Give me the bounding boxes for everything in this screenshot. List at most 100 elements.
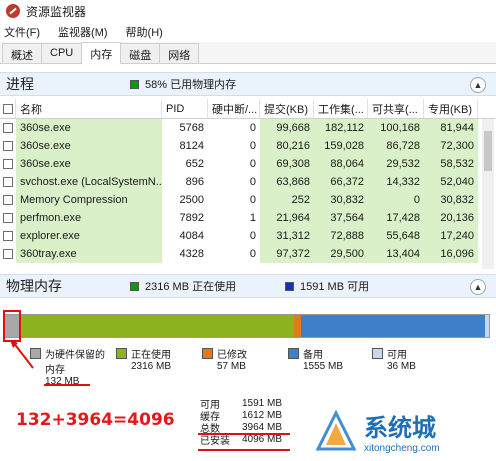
annotation-equation: 132+3964=4096 xyxy=(16,410,175,430)
table-cell: 652 xyxy=(185,158,204,170)
memory-segment-standby xyxy=(300,315,485,337)
table-cell: 100,168 xyxy=(368,119,424,137)
table-cell: explorer.exe xyxy=(16,227,162,245)
scrollbar-thumb[interactable] xyxy=(484,131,492,171)
table-cell: Memory Compression xyxy=(16,191,162,209)
column-header-working-set[interactable]: 工作集(... xyxy=(314,99,368,118)
row-checkbox[interactable] xyxy=(0,119,16,137)
watermark: 系统城 xitongcheng.com xyxy=(314,404,494,458)
table-cell: 0 xyxy=(249,158,256,170)
select-all-checkbox[interactable] xyxy=(0,99,16,118)
table-cell: 29,532 xyxy=(368,155,424,173)
table-cell: 21,964 xyxy=(260,209,314,227)
row-checkbox[interactable] xyxy=(0,173,16,191)
row-checkbox[interactable] xyxy=(0,209,16,227)
table-row[interactable]: Memory Compression 2500 0 252 30,832 0 30,832 xyxy=(0,191,496,209)
legend-value: 36 MB xyxy=(387,361,416,372)
table-row[interactable]: 360se.exe 652 0 69,308 88,064 29,532 58,532 xyxy=(0,155,496,173)
tab-overview[interactable]: 概述 xyxy=(2,43,42,63)
column-header-commit[interactable]: 提交(KB) xyxy=(260,99,314,118)
watermark-logo xyxy=(314,409,358,453)
memory-used-summary: 58% 已用物理内存 xyxy=(145,79,237,91)
watermark-name: 系统城 xyxy=(364,414,436,442)
table-cell: 360se.exe xyxy=(16,137,162,155)
row-checkbox[interactable] xyxy=(0,155,16,173)
available-swatch xyxy=(285,281,294,291)
legend-in-use: 正在使用 2316 MB xyxy=(116,346,171,372)
table-cell: 37,564 xyxy=(314,209,368,227)
table-cell: 55,648 xyxy=(368,227,424,245)
menu-bar: 文件(F) 监视器(M) 帮助(H) xyxy=(0,22,496,42)
menu-monitor[interactable]: 监视器(M) xyxy=(58,24,108,40)
table-cell: 0 xyxy=(249,140,256,152)
menu-file[interactable]: 文件(F) xyxy=(4,24,40,40)
row-checkbox[interactable] xyxy=(0,227,16,245)
table-cell: 0 xyxy=(368,191,424,209)
total-underline xyxy=(198,433,290,435)
table-cell: 97,372 xyxy=(260,245,314,263)
collapse-memory-button[interactable]: ▲ xyxy=(470,279,486,295)
table-cell: 81,944 xyxy=(424,119,478,137)
table-cell: 30,832 xyxy=(314,191,368,209)
row-checkbox[interactable] xyxy=(0,245,16,263)
table-cell: 1 xyxy=(249,212,256,224)
process-table: 名称 PID 硬中断/... 提交(KB) 工作集(... 可共享(... 专用… xyxy=(0,99,496,269)
row-checkbox[interactable] xyxy=(0,137,16,155)
column-header-private[interactable]: 专用(KB) xyxy=(424,99,478,118)
table-cell: 0 xyxy=(249,176,256,188)
memory-section-header[interactable]: 物理内存 2316 MB 正在使用 1591 MB 可用 ▲ xyxy=(0,274,496,298)
table-cell: 182,112 xyxy=(314,119,368,137)
row-checkbox[interactable] xyxy=(0,191,16,209)
table-cell: 0 xyxy=(249,230,256,242)
tab-cpu[interactable]: CPU xyxy=(41,43,83,63)
table-row[interactable]: perfmon.exe 7892 1 21,964 37,564 17,428 20,136 xyxy=(0,209,496,227)
table-row[interactable]: 360tray.exe 4328 0 97,372 29,500 13,404 16,096 xyxy=(0,245,496,263)
table-row[interactable]: svchost.exe (LocalSystemN... 896 0 63,868 66… xyxy=(0,173,496,191)
window-title: 资源监视器 xyxy=(26,4,87,19)
table-cell: 63,868 xyxy=(260,173,314,191)
modified-swatch xyxy=(202,348,213,359)
legend-standby: 备用 1555 MB xyxy=(288,346,343,372)
table-cell: 360se.exe xyxy=(16,155,162,173)
column-header-shareable[interactable]: 可共享(... xyxy=(368,99,424,118)
legend-value: 2316 MB xyxy=(131,361,172,372)
table-cell: 17,240 xyxy=(424,227,478,245)
table-cell: 360tray.exe xyxy=(16,245,162,263)
in-use-swatch xyxy=(130,281,139,291)
watermark-url: xitongcheng.com xyxy=(364,443,440,454)
resource-monitor-icon xyxy=(6,4,20,18)
column-header-name[interactable]: 名称 xyxy=(16,99,162,118)
tab-memory[interactable]: 内存 xyxy=(81,42,122,64)
table-cell: 5768 xyxy=(179,122,204,134)
table-row[interactable]: 360se.exe 8124 0 80,216 159,028 86,728 72,300 xyxy=(0,137,496,155)
tab-disk[interactable]: 磁盘 xyxy=(120,43,161,63)
table-cell: 31,312 xyxy=(260,227,314,245)
column-header-hard-faults[interactable]: 硬中断/... xyxy=(208,99,260,118)
table-cell: 99,668 xyxy=(260,119,314,137)
column-header-pid[interactable]: PID xyxy=(162,99,208,118)
table-cell: 0 xyxy=(249,122,256,134)
table-cell: 72,300 xyxy=(424,137,478,155)
legend-free: 可用 36 MB xyxy=(372,346,416,372)
process-section-title: 进程 xyxy=(6,76,34,92)
process-scrollbar[interactable] xyxy=(482,119,494,269)
tab-network[interactable]: 网络 xyxy=(159,43,200,63)
process-section-header[interactable]: 进程 58% 已用物理内存 ▲ xyxy=(0,72,496,96)
in-use-summary: 2316 MB 正在使用 xyxy=(145,281,237,293)
memory-used-swatch xyxy=(130,79,139,89)
legend-modified: 已修改 57 MB xyxy=(202,346,247,372)
menu-help[interactable]: 帮助(H) xyxy=(126,24,163,40)
table-cell: 52,040 xyxy=(424,173,478,191)
table-cell: 20,136 xyxy=(424,209,478,227)
title-bar: 资源监视器 xyxy=(0,0,496,22)
table-row[interactable]: explorer.exe 4084 0 31,312 72,888 55,648 17,24… xyxy=(0,227,496,245)
table-cell: 72,888 xyxy=(314,227,368,245)
collapse-process-button[interactable]: ▲ xyxy=(470,77,486,93)
legend-hardware-reserved: 为硬件保留的 内存 132 MB xyxy=(30,346,105,387)
hardware-reserved-highlight xyxy=(3,310,21,342)
legend-label: 正在使用 xyxy=(131,350,171,361)
memory-usage-bar xyxy=(4,314,490,338)
legend-label-line2: 内存 xyxy=(45,365,65,376)
memory-segment-free xyxy=(484,315,489,337)
table-row[interactable]: 360se.exe 5768 0 99,668 182,112 100,168 81,944 xyxy=(0,119,496,137)
